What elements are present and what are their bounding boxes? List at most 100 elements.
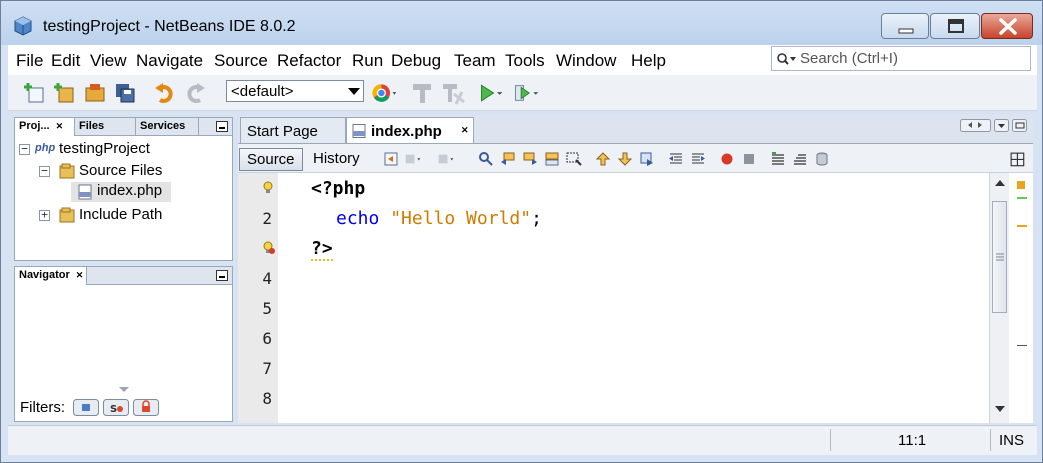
minimize-button[interactable]	[881, 13, 929, 39]
menu-tools[interactable]: Tools	[505, 51, 545, 71]
tab-files[interactable]: Files	[75, 118, 136, 136]
new-file-icon[interactable]	[52, 80, 78, 106]
folder-icon	[59, 163, 75, 179]
project-configuration-select[interactable]: <default>	[226, 80, 364, 102]
build-icon[interactable]	[410, 80, 436, 106]
code-editor[interactable]: <?php echo "Hello World"; ?>	[278, 173, 989, 423]
status-divider	[990, 429, 991, 451]
status-bar: 11:1 INS	[8, 425, 1037, 455]
menu-window[interactable]: Window	[556, 51, 616, 71]
split-editor-icon[interactable]	[1010, 152, 1026, 168]
menu-help[interactable]: Help	[631, 51, 666, 71]
tab-start-page[interactable]: Start Page	[240, 117, 346, 143]
filter-static-button[interactable]: S	[103, 399, 129, 416]
error-stripe[interactable]	[1009, 173, 1033, 423]
vertical-scrollbar[interactable]	[989, 173, 1009, 423]
filter-private-button[interactable]	[133, 399, 159, 416]
menu-refactor[interactable]: Refactor	[277, 51, 341, 71]
uncomment-icon[interactable]	[792, 151, 808, 167]
tree-item-source-files[interactable]: − Source Files	[19, 162, 219, 182]
minimize-panel-icon[interactable]	[216, 270, 228, 281]
toggle-bookmark-icon[interactable]	[639, 151, 655, 167]
tab-index-php[interactable]: index.php ✕	[346, 117, 474, 143]
svg-text:S: S	[110, 404, 117, 415]
last-edit-icon[interactable]	[383, 151, 399, 167]
tab-navigator[interactable]: Navigator ✕	[15, 267, 87, 285]
menu-debug[interactable]: Debug	[391, 51, 441, 71]
toggle-highlight-icon[interactable]	[566, 151, 582, 167]
window-title: testingProject - NetBeans IDE 8.0.2	[43, 18, 296, 35]
tab-projects[interactable]: Proj... ✕	[15, 118, 75, 136]
caret-position: 11:1	[898, 432, 927, 449]
close-tab-icon[interactable]: ✕	[76, 270, 84, 280]
minimize-panel-icon[interactable]	[216, 121, 228, 132]
history-view-button[interactable]: History	[306, 148, 367, 171]
tree-item-project[interactable]: − php testingProject	[19, 140, 219, 160]
debug-icon[interactable]	[513, 80, 539, 106]
find-next-icon[interactable]	[522, 151, 538, 167]
navigator-panel-tabs: Navigator ✕	[15, 267, 232, 285]
scroll-down-icon[interactable]	[994, 405, 1006, 413]
run-icon[interactable]	[478, 80, 504, 106]
find-previous-icon[interactable]	[500, 151, 516, 167]
collapse-icon[interactable]: −	[19, 143, 30, 155]
menu-run[interactable]: Run	[352, 51, 383, 71]
menu-edit[interactable]: Edit	[51, 51, 80, 71]
line-number: 2	[262, 209, 272, 228]
stop-macro-icon[interactable]	[741, 151, 757, 167]
semicolon: ;	[531, 208, 542, 229]
line-number: 7	[262, 359, 272, 378]
menu-source[interactable]: Source	[214, 51, 268, 71]
tree-item-include-path[interactable]: + Include Path	[19, 206, 219, 226]
close-tab-icon[interactable]: ✕	[56, 121, 64, 131]
find-icon[interactable]	[478, 151, 494, 167]
scroll-up-icon[interactable]	[994, 179, 1006, 187]
chrome-browser-icon[interactable]	[371, 80, 397, 106]
clean-build-icon[interactable]	[440, 80, 466, 106]
source-view-button[interactable]: Source	[239, 148, 303, 171]
save-all-icon[interactable]	[112, 80, 138, 106]
tree-item-index-php[interactable]: index.php	[71, 182, 171, 202]
tab-services[interactable]: Services	[136, 118, 199, 136]
status-divider	[830, 429, 831, 451]
record-macro-icon[interactable]	[719, 151, 735, 167]
redo-icon[interactable]	[182, 80, 208, 106]
search-input[interactable]: Search (Ctrl+I)	[771, 46, 1031, 71]
find-selection-icon[interactable]	[544, 151, 560, 167]
database-icon[interactable]	[814, 151, 830, 167]
previous-bookmark-icon[interactable]	[595, 151, 611, 167]
change-mark[interactable]	[1017, 197, 1027, 199]
filter-fields-button[interactable]	[73, 399, 99, 416]
collapse-icon[interactable]: −	[39, 165, 50, 177]
close-button[interactable]	[981, 13, 1033, 39]
warning-line-mark[interactable]	[1017, 225, 1027, 227]
hint-bulb-icon	[263, 181, 273, 193]
maximize-button[interactable]	[930, 13, 980, 39]
back-icon[interactable]	[405, 151, 421, 167]
shift-right-icon[interactable]	[690, 151, 706, 167]
project-configuration-value: <default>	[231, 83, 294, 100]
undo-icon[interactable]	[152, 80, 178, 106]
menu-view[interactable]: View	[90, 51, 127, 71]
expand-icon[interactable]: +	[39, 209, 50, 221]
insert-mode[interactable]: INS	[999, 432, 1024, 449]
comment-icon[interactable]	[770, 151, 786, 167]
title-bar[interactable]: testingProject - NetBeans IDE 8.0.2	[1, 1, 1042, 45]
next-bookmark-icon[interactable]	[617, 151, 633, 167]
menu-navigate[interactable]: Navigate	[136, 51, 203, 71]
warning-mark[interactable]	[1017, 181, 1025, 189]
code-line-3: ?>	[311, 238, 333, 261]
editor-area: Start Page index.php ✕ Source History 2 …	[238, 115, 1033, 423]
menu-team[interactable]: Team	[454, 51, 496, 71]
maximize-icon	[948, 19, 964, 33]
hint-error-bulb-icon	[263, 241, 275, 254]
scrollbar-thumb[interactable]	[992, 201, 1007, 313]
open-project-icon[interactable]	[82, 80, 108, 106]
menu-file[interactable]: File	[16, 51, 43, 71]
file-name: index.php	[97, 182, 163, 199]
shift-left-icon[interactable]	[668, 151, 684, 167]
forward-icon[interactable]	[438, 151, 454, 167]
new-project-icon[interactable]	[22, 80, 48, 106]
close-tab-icon[interactable]: ✕	[461, 125, 469, 136]
php-project-icon: php	[35, 142, 56, 154]
